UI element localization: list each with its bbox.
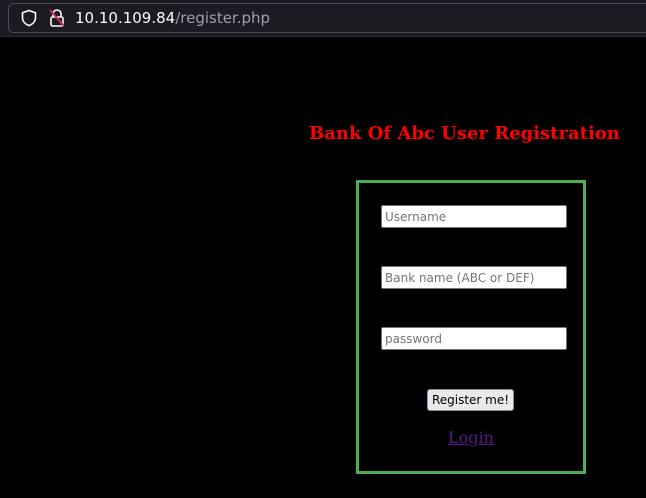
register-button[interactable]: Register me! [427,389,514,411]
page-title: Bank Of Abc User Registration [309,123,620,144]
shield-icon[interactable] [20,9,38,27]
url-text[interactable]: 10.10.109.84/register.php [75,9,270,27]
login-link[interactable]: Login [448,428,494,448]
bank-name-input[interactable] [381,266,567,289]
password-input[interactable] [381,327,567,350]
url-path: /register.php [175,9,271,27]
insecure-lock-icon[interactable] [48,8,66,28]
url-host: 10.10.109.84 [75,9,176,27]
browser-toolbar: 10.10.109.84/register.php [0,0,646,37]
username-input[interactable] [381,205,567,228]
